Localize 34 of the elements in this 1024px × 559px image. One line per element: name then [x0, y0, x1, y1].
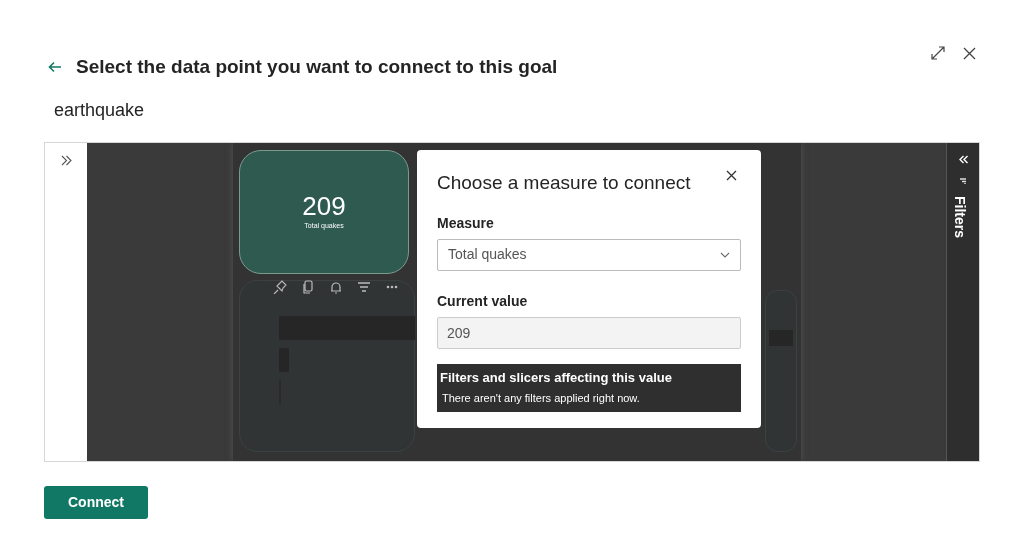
double-chevron-icon: [60, 154, 72, 166]
copy-icon: [301, 279, 315, 294]
measure-dropdown[interactable]: Total quakes: [437, 238, 741, 271]
close-icon: [963, 46, 976, 60]
chevron-down-icon: [720, 251, 730, 258]
bell-button[interactable]: [329, 279, 343, 294]
filter-icon: [959, 175, 967, 184]
connect-button[interactable]: Connect: [44, 485, 148, 519]
card-value: 209: [302, 192, 346, 219]
panel-message: There aren't any filters applied right now.: [441, 391, 641, 407]
double-chevron-icon: [958, 154, 968, 164]
value-field[interactable]: 209: [437, 316, 741, 349]
report-name: earthquake: [54, 98, 146, 122]
bell-icon: [329, 279, 343, 294]
pin-icon: [273, 279, 287, 294]
filters-label: Filters: [956, 195, 969, 238]
field-label: Measure: [437, 213, 495, 233]
close-button[interactable]: [963, 46, 976, 60]
collapse-button[interactable]: [958, 154, 968, 164]
back-button[interactable]: [48, 61, 62, 74]
back-arrow-icon: [48, 61, 62, 74]
filter-button[interactable]: [357, 279, 371, 294]
copy-button[interactable]: [301, 279, 315, 294]
filter-icon: [357, 279, 371, 294]
pin-button[interactable]: [273, 279, 287, 294]
dialog-title: Select the data point you want to connect to this goal: [76, 56, 558, 79]
field-label: Current value: [437, 291, 529, 311]
expand-button[interactable]: [931, 46, 945, 60]
close-icon: [726, 169, 737, 181]
expand-pages-button[interactable]: [60, 154, 72, 166]
dialog-heading: Choose a measure to connect: [437, 171, 692, 195]
expand-icon: [931, 46, 945, 60]
panel-heading: Filters and slicers affecting this value: [440, 368, 673, 387]
dialog-close-button[interactable]: [726, 169, 737, 181]
